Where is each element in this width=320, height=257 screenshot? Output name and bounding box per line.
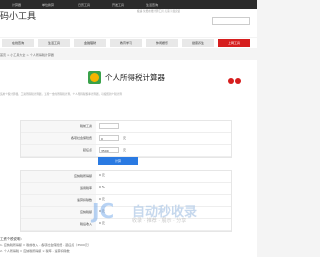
topbar-link[interactable]: 生活查询 [146,3,158,7]
result-value: 0 % [99,185,105,189]
threshold-select[interactable]: 3500 [99,147,119,153]
form-row: 各项社会保险费 0 元 [21,133,231,145]
page-title: 个人所得税计算器 [105,73,165,82]
unit-label: 元 [123,136,127,140]
nav-item[interactable]: 金融理财 [74,39,106,47]
unit-label: 元 [123,148,127,152]
calculator-icon [88,71,101,84]
nav-item[interactable]: 生活工具 [38,39,70,47]
field-label: 各项社会保险费 [21,133,96,144]
topbar-link[interactable]: 单位换算 [42,3,54,7]
footer-line: 1. 应纳税所得额 = 税前收入 - 各项社会保险费 - 起征点（3500元） [0,243,91,247]
footer-title: 工资个税说明： [0,237,24,241]
nav-item[interactable]: 在线查询 [2,39,34,47]
site-tagline: 极速·免费在线计算工具·无需下载安装 [137,10,181,13]
watermark-logo: JC [92,199,115,223]
nav-item[interactable]: 休闲娱乐 [146,39,178,47]
share-icons[interactable] [228,78,242,84]
result-label: 速算扣除数 [21,195,96,206]
nav-item[interactable]: 健康养生 [182,39,214,47]
nav-item-active[interactable]: 上网工具 [218,39,250,47]
salary-input[interactable] [99,123,119,129]
field-label: 税前工资 [21,121,96,132]
share-icon[interactable] [235,78,241,84]
calculate-button[interactable]: 计算 [98,157,138,165]
topbar-link[interactable]: 计算器 [12,3,21,7]
watermark-subtext: 收录 · 推荐 · 展示 · 分享 [132,218,187,224]
page-description: 适用个税计算器，工资所得税计算器，五险一金的所得税计算，个人所得税税率计算器，可… [0,93,122,96]
form-row: 税前工资 [21,121,231,133]
tax-form: 税前工资 各项社会保险费 0 元 起征点 3500 元 [20,120,232,158]
form-row: 起征点 3500 元 [21,145,231,157]
footer-line: 2. 个人所得税 = 应纳税所得额 × 税率 - 速算扣除数 [0,249,70,253]
main-nav: 在线查询 生活工具 金融理财 教育学习 休闲娱乐 健康养生 上网工具 [0,38,257,48]
result-label: 适用税率 [21,183,96,194]
result-row: 适用税率 0 % [21,183,231,195]
result-value: 0 元 [99,173,105,177]
breadcrumb: 首页 > 小工具大全 > 个人所得税计算器 [0,53,54,57]
field-label: 起征点 [21,145,96,156]
weibo-icon[interactable] [228,78,234,84]
insurance-input[interactable]: 0 [99,135,119,141]
search-input[interactable] [212,17,250,25]
site-logo[interactable]: 码小工具 [0,9,36,22]
watermark: JC 自动秒收录 收录 · 推荐 · 展示 · 分享 [92,199,247,225]
topbar-link[interactable]: 日历工具 [78,3,90,7]
nav-item[interactable]: 教育学习 [110,39,142,47]
result-label: 应纳税额 [21,207,96,218]
topbar-link[interactable]: 开发工具 [112,3,124,7]
top-bar: 计算器 单位换算 日历工具 开发工具 生活查询 [0,0,257,9]
result-label: 税后收入 [21,219,96,230]
result-label: 应纳税所得额 [21,171,96,182]
result-row: 应纳税所得额 0 元 [21,171,231,183]
